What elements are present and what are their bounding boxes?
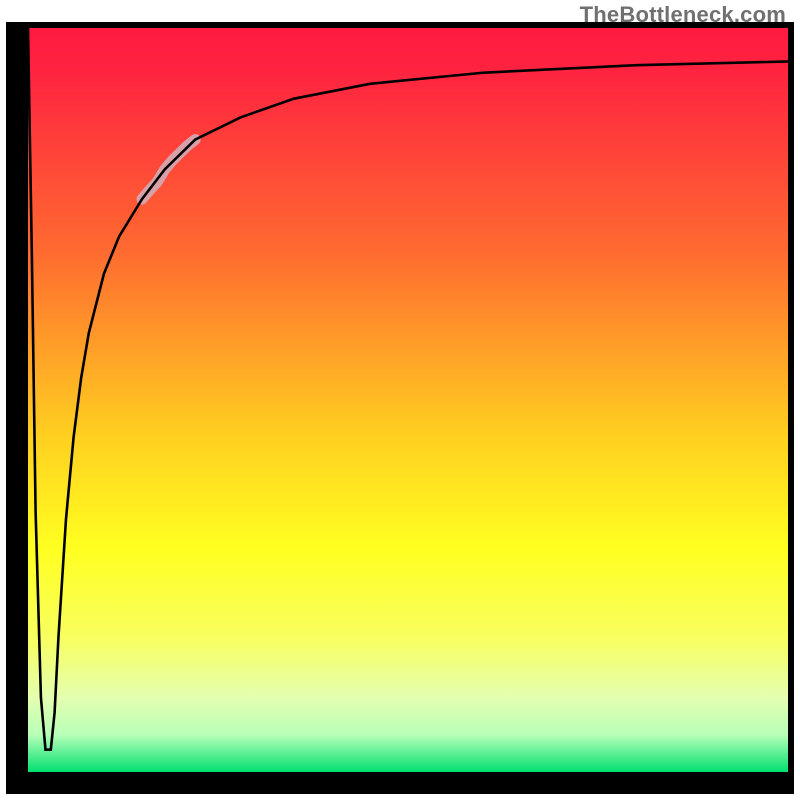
bottleneck-curve bbox=[28, 28, 788, 750]
plot-frame bbox=[6, 22, 794, 794]
curve-layer bbox=[28, 28, 788, 772]
chart-container: TheBottleneck.com bbox=[0, 0, 800, 800]
plot-gradient-background bbox=[28, 28, 788, 772]
